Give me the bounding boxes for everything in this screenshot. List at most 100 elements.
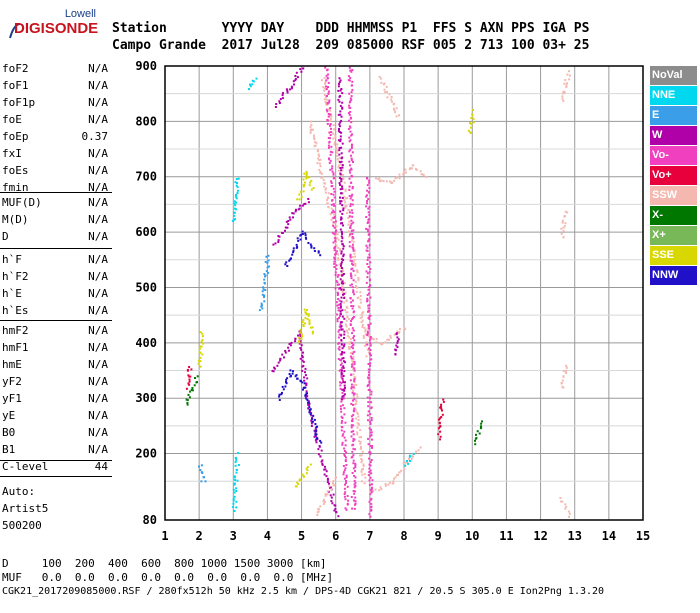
echo-point bbox=[370, 393, 373, 396]
echo-point bbox=[351, 450, 354, 453]
echo-point bbox=[268, 265, 270, 268]
echo-point bbox=[388, 481, 391, 484]
echo-point bbox=[309, 181, 312, 184]
echo-point bbox=[300, 195, 303, 198]
echo-point bbox=[317, 251, 320, 254]
echo-point bbox=[343, 430, 346, 433]
echo-point bbox=[370, 401, 373, 404]
echo-point bbox=[346, 329, 348, 332]
echo-point bbox=[370, 428, 373, 431]
param-label: hmF2 bbox=[2, 324, 29, 337]
echo-point bbox=[396, 340, 399, 343]
param-row: fxI N/A bbox=[2, 145, 110, 162]
echo-point bbox=[560, 232, 563, 235]
echo-point bbox=[305, 237, 308, 240]
echo-point bbox=[360, 461, 363, 464]
echo-point bbox=[352, 389, 355, 392]
param-value: N/A bbox=[88, 62, 108, 75]
echo-point bbox=[339, 306, 342, 309]
echo-point bbox=[336, 155, 339, 158]
echo-point bbox=[336, 281, 339, 284]
param-label: foF1p bbox=[2, 96, 36, 109]
echo-point bbox=[353, 486, 356, 489]
echo-point bbox=[341, 166, 344, 169]
echo-point bbox=[286, 377, 289, 380]
echo-point bbox=[481, 420, 483, 423]
echo-point bbox=[340, 157, 343, 160]
echo-point bbox=[398, 173, 401, 176]
echo-point bbox=[561, 379, 564, 382]
echo-point bbox=[334, 237, 337, 240]
echo-point bbox=[561, 221, 564, 224]
legend-item-nne: NNE bbox=[650, 86, 697, 105]
echo-point bbox=[281, 232, 284, 234]
echo-point bbox=[343, 370, 346, 373]
echo-point bbox=[337, 113, 340, 116]
echo-point bbox=[330, 185, 333, 188]
echo-point bbox=[334, 136, 337, 139]
echo-point bbox=[189, 375, 192, 378]
echo-point bbox=[351, 260, 353, 263]
echo-point bbox=[369, 461, 372, 464]
echo-point bbox=[237, 452, 240, 455]
param-value: N/A bbox=[88, 392, 108, 405]
echo-point bbox=[367, 230, 369, 233]
y-tick-label: 80 bbox=[143, 513, 157, 527]
echo-point bbox=[357, 418, 360, 421]
echo-point bbox=[348, 177, 351, 180]
echo-point bbox=[352, 467, 355, 470]
echo-point bbox=[338, 345, 341, 348]
echo-point bbox=[560, 227, 563, 230]
echo-point bbox=[349, 379, 352, 382]
echo-point bbox=[301, 365, 304, 368]
echo-point bbox=[194, 377, 196, 379]
echo-point bbox=[350, 159, 353, 161]
echo-point bbox=[359, 429, 362, 431]
echo-point bbox=[201, 472, 204, 474]
param-label: foEs bbox=[2, 164, 29, 177]
echo-point bbox=[333, 260, 336, 263]
echo-point bbox=[300, 190, 302, 193]
echo-point bbox=[343, 413, 346, 416]
echo-point bbox=[335, 511, 338, 514]
echo-point bbox=[349, 297, 352, 299]
echo-point bbox=[340, 288, 343, 291]
echo-point bbox=[368, 484, 371, 486]
echo-point bbox=[234, 195, 237, 198]
echo-point bbox=[369, 498, 372, 501]
echo-point bbox=[307, 314, 310, 317]
echo-point bbox=[365, 270, 368, 273]
echo-point bbox=[354, 280, 357, 283]
echo-point bbox=[397, 338, 400, 341]
header: Station YYYY DAY DDD HHMMSS P1 FFS S AXN… bbox=[112, 20, 589, 71]
echo-point bbox=[339, 302, 342, 305]
echo-point bbox=[398, 330, 401, 333]
echo-point bbox=[368, 225, 371, 228]
echo-point bbox=[398, 114, 400, 117]
echo-point bbox=[370, 358, 373, 361]
param-row: foF1 N/A bbox=[2, 77, 110, 94]
echo-point bbox=[369, 453, 372, 456]
param-value: N/A bbox=[88, 96, 108, 109]
echo-point bbox=[284, 229, 286, 232]
echo-point bbox=[319, 165, 322, 168]
echo-point bbox=[235, 506, 238, 509]
param-value: N/A bbox=[88, 287, 108, 300]
echo-point bbox=[348, 235, 351, 238]
echo-point bbox=[349, 233, 351, 236]
echo-point bbox=[354, 448, 356, 451]
echo-point bbox=[299, 331, 302, 334]
echo-point bbox=[303, 376, 306, 379]
echo-point bbox=[345, 197, 347, 200]
echo-point bbox=[346, 311, 349, 314]
echo-point bbox=[312, 187, 315, 189]
echo-point bbox=[442, 398, 445, 401]
echo-point bbox=[360, 321, 363, 324]
echo-point bbox=[561, 385, 564, 388]
echo-point bbox=[202, 335, 204, 338]
echo-point bbox=[437, 433, 440, 436]
echo-point bbox=[382, 180, 385, 183]
echo-point bbox=[366, 228, 369, 231]
echo-point bbox=[470, 131, 472, 134]
footer-muf-row: MUF 0.0 0.0 0.0 0.0 0.0 0.0 0.0 0.0 [MHz… bbox=[2, 571, 334, 584]
